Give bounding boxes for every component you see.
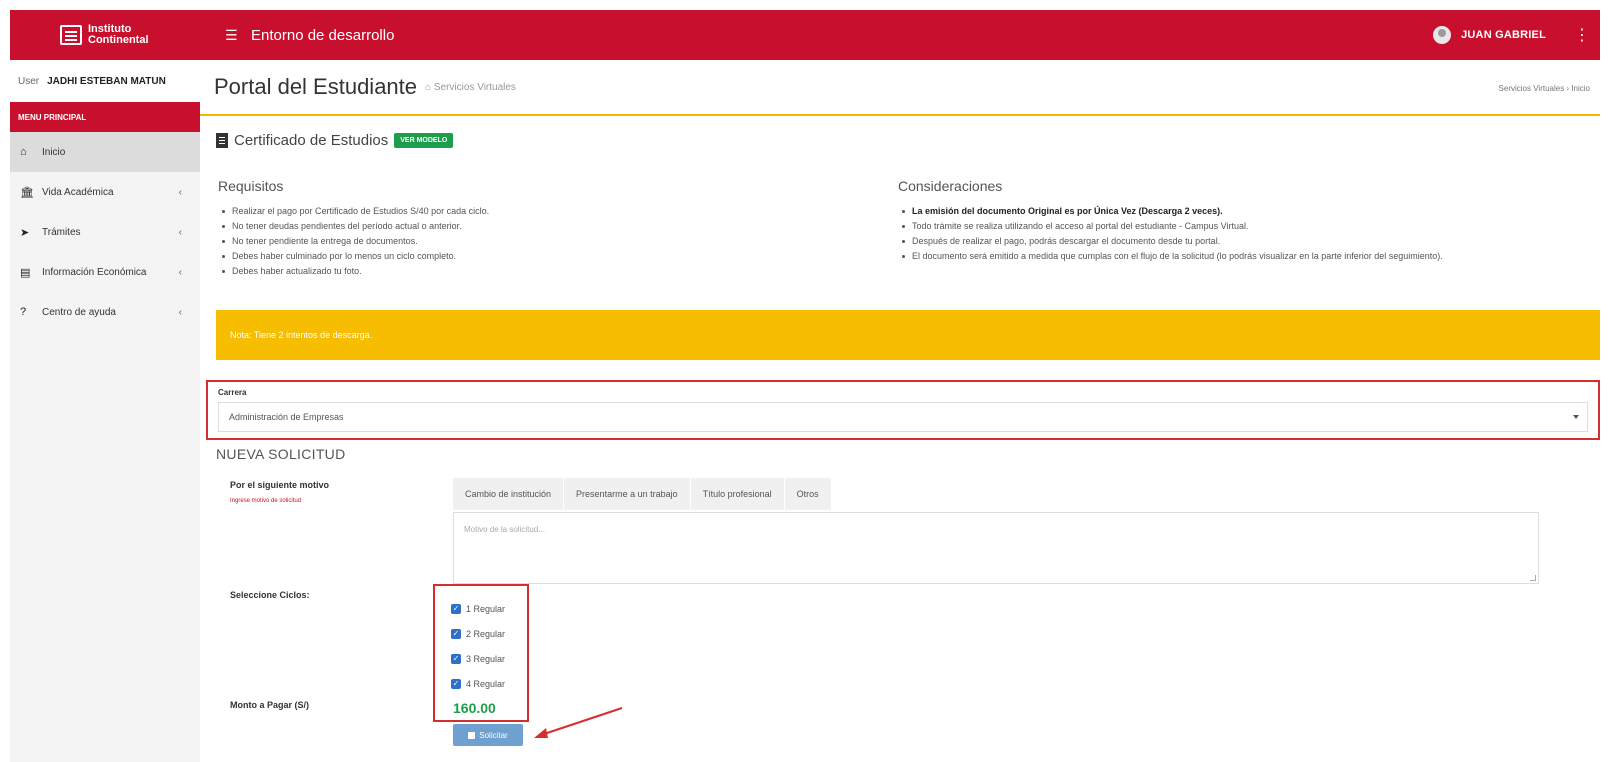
ciclo-checkbox-3[interactable]: ✓ 3 Regular [451, 646, 527, 671]
list-item: El documento será emitido a medida que c… [898, 249, 1518, 264]
motivo-hint: Ingrese motivo de solicitud [230, 498, 302, 504]
ciclo-checkbox-1[interactable]: ✓ 1 Regular [451, 596, 527, 621]
list-item: Todo trámite se realiza utilizando el ac… [898, 219, 1518, 234]
tab-titulo-profesional[interactable]: Título profesional [691, 478, 785, 510]
annotation-arrow-icon [534, 707, 623, 738]
main-content: Portal del Estudiante ⌂ Servicios Virtua… [200, 60, 1600, 762]
user-menu[interactable]: JUAN GABRIEL ⋮ [1433, 10, 1590, 60]
solicitar-label: Solicitar [479, 730, 508, 740]
carrera-select[interactable]: Administración de Empresas [218, 402, 1588, 432]
kebab-menu-icon[interactable]: ⋮ [1574, 25, 1590, 45]
motivo-textarea[interactable]: Motivo de la solicitud... [453, 512, 1539, 584]
user-name[interactable]: JUAN GABRIEL [1461, 29, 1546, 41]
chevron-left-icon: ‹ [178, 266, 182, 278]
tab-presentarme-trabajo[interactable]: Presentarme a un trabajo [564, 478, 691, 510]
sidebar-item-inicio[interactable]: ⌂ Inicio [10, 132, 200, 172]
ciclo-label: 4 Regular [466, 678, 506, 689]
carrera-selected-value: Administración de Empresas [229, 412, 344, 422]
caret-down-icon [1573, 415, 1579, 419]
sidebar-user: User JADHI ESTEBAN MATUN [10, 60, 200, 102]
consideraciones-title: Consideraciones [898, 178, 1003, 194]
ciclo-label: 2 Regular [466, 628, 506, 639]
document-icon [216, 133, 228, 148]
bank-icon: 🏛 [20, 186, 34, 199]
sidebar-user-name: JADHI ESTEBAN MATUN [47, 75, 166, 87]
user-avatar-icon[interactable] [1433, 26, 1452, 44]
list-item: Debes haber culminado por lo menos un ci… [218, 249, 838, 264]
consideraciones-section: Consideraciones La emisión del documento… [898, 178, 1518, 264]
certificate-title-row: Certificado de Estudios VER MODELO [216, 132, 454, 149]
send-icon: ➤ [20, 226, 30, 239]
page-subtitle: ⌂ Servicios Virtuales [425, 81, 516, 93]
ciclos-label: Seleccione Ciclos: [230, 590, 310, 600]
consideraciones-list: La emisión del documento Original es por… [898, 204, 1518, 264]
carrera-highlight-box: Carrera Administración de Empresas [206, 380, 1600, 440]
hamburger-icon[interactable]: ☰ [225, 27, 241, 44]
motivo-placeholder: Motivo de la solicitud... [464, 525, 545, 534]
sidebar: User JADHI ESTEBAN MATUN MENU PRINCIPAL … [10, 60, 200, 762]
monto-value: 160.00 [453, 700, 496, 716]
home-icon: ⌂ [20, 146, 27, 158]
checkbox-checked-icon[interactable]: ✓ [451, 603, 461, 614]
user-image-placeholder: User [18, 75, 40, 87]
sidebar-item-label: Trámites [42, 226, 81, 238]
motivo-tabs: Cambio de institución Presentarme a un t… [453, 478, 832, 510]
list-item: No tener pendiente la entrega de documen… [218, 234, 838, 249]
list-item: La emisión del documento Original es por… [898, 204, 1518, 219]
page-title: Portal del Estudiante [214, 74, 418, 99]
document-icon: ▤ [20, 266, 31, 279]
sidebar-item-label: Vida Académica [42, 186, 114, 198]
page-subtitle-text: Servicios Virtuales [433, 81, 516, 93]
chevron-left-icon: ‹ [178, 226, 182, 238]
checkbox-checked-icon[interactable]: ✓ [451, 678, 461, 689]
ciclo-checkbox-2[interactable]: ✓ 2 Regular [451, 621, 527, 646]
list-item: Realizar el pago por Certificado de Estu… [218, 204, 838, 219]
ciclo-checkbox-4[interactable]: ✓ 4 Regular [451, 671, 527, 696]
top-bar-red: Instituto Continental ☰ Entorno de desar… [10, 10, 1600, 60]
note-banner: Nota: Tiene 2 intentos de descarga. [216, 310, 1600, 360]
certificate-title: Certificado de Estudios [234, 132, 389, 149]
list-item: No tener deudas pendientes del período a… [218, 219, 838, 234]
question-icon: ? [20, 306, 27, 318]
check-icon [468, 731, 476, 739]
ciclo-label: 3 Regular [466, 653, 506, 664]
tab-otros[interactable]: Otros [785, 478, 832, 510]
motivo-label: Por el siguiente motivo [230, 480, 330, 490]
solicitar-button[interactable]: Solicitar [453, 724, 523, 746]
list-item: Debes haber actualizado tu foto. [218, 264, 838, 279]
ver-modelo-button[interactable]: VER MODELO [394, 133, 454, 148]
environment-title: Entorno de desarrollo [251, 26, 395, 44]
sidebar-item-label: Información Económica [42, 266, 147, 278]
requisitos-section: Requisitos Realizar el pago por Certific… [218, 178, 838, 279]
logo-text: Instituto Continental [88, 24, 149, 46]
monto-label: Monto a Pagar (S/) [230, 700, 310, 710]
chevron-left-icon: ‹ [178, 306, 182, 318]
tab-cambio-institucion[interactable]: Cambio de institución [453, 478, 565, 510]
sidebar-item-label: Inicio [42, 146, 66, 158]
logo-line-2: Continental [88, 34, 149, 46]
carrera-label: Carrera [218, 388, 247, 397]
sidebar-item-tramites[interactable]: ➤ Trámites ‹ [10, 212, 200, 252]
logo[interactable]: Instituto Continental [10, 10, 200, 60]
sidebar-item-vida-academica[interactable]: 🏛 Vida Académica ‹ [10, 172, 200, 212]
chevron-left-icon: ‹ [178, 186, 182, 198]
checkbox-checked-icon[interactable]: ✓ [451, 653, 461, 664]
breadcrumb[interactable]: Servicios Virtuales › Inicio [1499, 84, 1590, 93]
requisitos-list: Realizar el pago por Certificado de Estu… [218, 204, 838, 279]
sidebar-item-informacion-economica[interactable]: ▤ Información Económica ‹ [10, 252, 200, 292]
ciclo-label: 1 Regular [466, 603, 506, 614]
nueva-solicitud-title: NUEVA SOLICITUD [216, 446, 346, 462]
logo-icon [60, 25, 82, 45]
menu-header: MENU PRINCIPAL [10, 102, 200, 132]
list-item: Después de realizar el pago, podrás desc… [898, 234, 1518, 249]
checkbox-checked-icon[interactable]: ✓ [451, 628, 461, 639]
sidebar-item-label: Centro de ayuda [42, 306, 116, 318]
requisitos-title: Requisitos [218, 178, 284, 194]
page-header: Portal del Estudiante ⌂ Servicios Virtua… [200, 60, 1600, 116]
sidebar-item-centro-de-ayuda[interactable]: ? Centro de ayuda ‹ [10, 292, 200, 332]
resize-handle-icon[interactable] [1530, 575, 1536, 581]
